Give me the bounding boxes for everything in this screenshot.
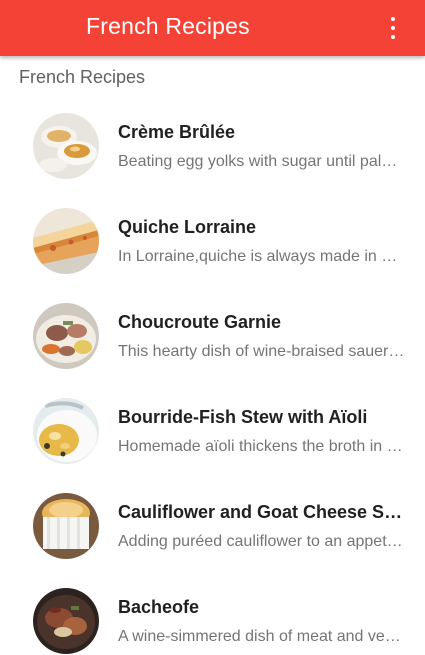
list-item[interactable]: Crème Brûlée Beating egg yolks with suga… [0,100,425,195]
recipe-title: Quiche Lorraine [118,217,257,237]
app-bar: French Recipes [0,0,425,56]
more-vert-icon[interactable] [389,17,397,39]
recipe-thumbnail [33,113,99,179]
recipe-description: A wine-simmered dish of meat and vegetab… [118,628,406,645]
recipe-description: In Lorraine,quiche is always made in a p… [118,248,406,265]
list-item[interactable]: Bacheofe A wine-simmered dish of meat an… [0,575,425,655]
recipe-list: Crème Brûlée Beating egg yolks with suga… [0,100,425,655]
recipe-thumbnail [33,303,99,369]
recipe-thumbnail [33,588,99,654]
list-item[interactable]: Cauliflower and Goat Cheese Soufflé Addi… [0,480,425,575]
list-item[interactable]: Choucroute Garnie This hearty dish of wi… [0,290,425,385]
recipe-description: Beating egg yolks with sugar until pale … [118,153,406,170]
recipe-description: This hearty dish of wine-braised sauerkr… [118,343,406,360]
section-header: French Recipes [19,67,146,87]
recipe-title: Bourride-Fish Stew with Aïoli [118,407,368,427]
recipe-thumbnail [33,208,99,274]
list-item[interactable]: Quiche Lorraine In Lorraine,quiche is al… [0,195,425,290]
recipe-description: Adding puréed cauliflower to an appetize… [118,533,406,550]
recipe-thumbnail [33,493,99,559]
recipe-title: Choucroute Garnie [118,312,282,332]
app-title: French Recipes [86,13,250,39]
recipe-title: Crème Brûlée [118,122,236,142]
recipe-thumbnail [33,398,99,464]
list-item[interactable]: Bourride-Fish Stew with Aïoli Homemade a… [0,385,425,480]
recipe-description: Homemade aïoli thickens the broth in thi… [118,438,406,455]
recipe-title: Bacheofe [118,597,200,617]
recipe-title: Cauliflower and Goat Cheese Soufflé [118,502,408,522]
